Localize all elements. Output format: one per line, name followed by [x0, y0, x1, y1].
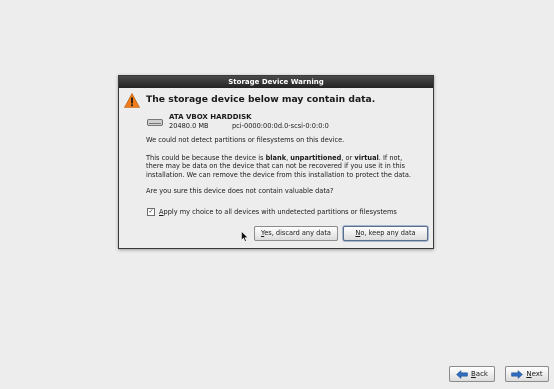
- back-button[interactable]: Back: [449, 366, 495, 382]
- dialog-title: Storage Device Warning: [119, 76, 433, 88]
- arrow-left-icon: [456, 369, 468, 379]
- explanation-or: , or: [341, 154, 355, 162]
- explanation-line-3: installation. We can remove the device f…: [146, 170, 412, 179]
- storage-warning-dialog: Storage Device Warning The storage devic…: [118, 75, 434, 249]
- yes-label: es, discard any data: [264, 229, 331, 237]
- confirmation-question: Are you sure this device does not contai…: [146, 187, 334, 195]
- back-label: Back: [471, 367, 488, 381]
- no-label: o, keep any data: [360, 229, 416, 237]
- next-label: Next: [526, 367, 542, 381]
- back-label-text: ack: [475, 370, 488, 378]
- hard-disk-icon: [147, 119, 163, 126]
- unpartitioned-term: unpartitioned: [290, 154, 342, 162]
- virtual-term: virtual: [354, 154, 379, 162]
- apply-to-all-label-text: pply my choice to all devices with undet…: [163, 208, 397, 216]
- next-button[interactable]: Next: [505, 366, 549, 382]
- blank-term: blank: [265, 154, 287, 162]
- warning-icon: [124, 93, 140, 108]
- device-path: pci-0000:00:0d.0-scsi-0:0:0:0: [232, 122, 329, 130]
- mouse-pointer-icon: [241, 231, 249, 242]
- next-label-text: ext: [531, 370, 543, 378]
- dialog-heading: The storage device below may contain dat…: [146, 94, 376, 105]
- yes-discard-button[interactable]: Yes, discard any data: [254, 226, 338, 241]
- explanation-message: This could be because the device is blan…: [146, 154, 411, 179]
- explanation-line-2: there may be data on the device that can…: [146, 162, 405, 171]
- no-partitions-message: We could not detect partitions or filesy…: [146, 136, 345, 144]
- apply-to-all-label: Apply my choice to all devices with unde…: [159, 208, 397, 216]
- no-keep-button[interactable]: No, keep any data: [343, 226, 428, 241]
- apply-to-all-option[interactable]: ✓ Apply my choice to all devices with un…: [147, 208, 397, 216]
- explanation-text: This could be because the device is: [146, 154, 266, 162]
- apply-to-all-checkbox[interactable]: ✓: [147, 208, 155, 216]
- arrow-right-icon: [511, 369, 524, 379]
- device-name: ATA VBOX HARDDISK: [169, 113, 252, 121]
- device-size: 20480.0 MB: [169, 122, 209, 130]
- explanation-text-end: . If not,: [378, 154, 403, 162]
